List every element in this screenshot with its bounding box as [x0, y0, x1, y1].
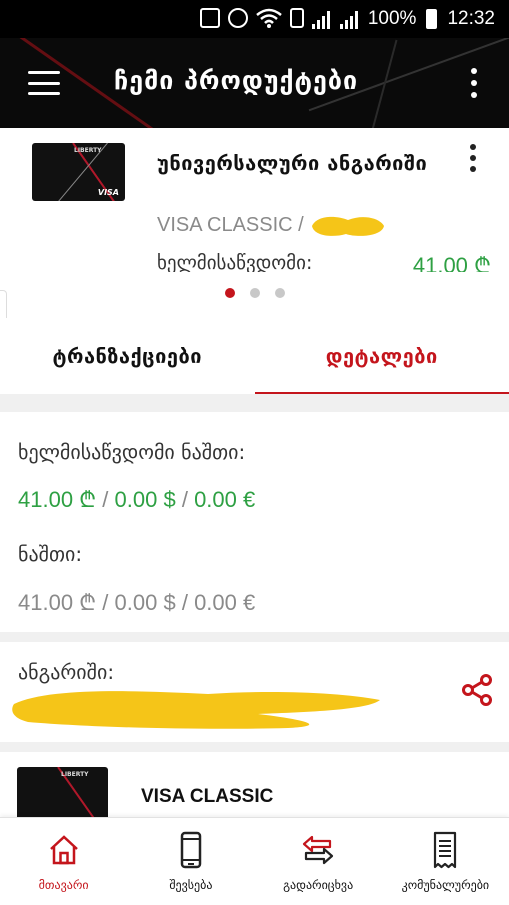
- divider: [0, 632, 509, 642]
- available-usd: 0.00 $: [114, 487, 176, 512]
- alarm-icon: [228, 8, 248, 28]
- status-bar: 100% 12:32: [0, 0, 509, 38]
- nav-label: შევსება: [169, 878, 213, 892]
- tab-bar: ტრანზაქციები დეტალები: [0, 318, 509, 394]
- clock: 12:32: [447, 8, 495, 29]
- balances-section: ხელმისაწვდომი ნაშთი: 41.00 ₾ / 0.00 $ / …: [0, 412, 509, 632]
- separator: /: [102, 590, 109, 615]
- available-eur: 0.00 €: [194, 487, 256, 512]
- nav-utilities[interactable]: კომუნალურები: [382, 818, 509, 905]
- receipt-icon: [434, 831, 457, 869]
- card-brand: LIBERTY: [61, 771, 89, 778]
- separator: /: [181, 487, 188, 512]
- share-icon[interactable]: [459, 672, 495, 708]
- card-network: VISA: [97, 188, 119, 197]
- transfer-icon: [303, 835, 334, 865]
- redaction-mark: [312, 216, 384, 236]
- card-image: LIBERTY VISA: [32, 143, 125, 201]
- balance-eur: 0.00 €: [194, 590, 256, 615]
- tab-details[interactable]: დეტალები: [254, 318, 509, 394]
- account-label: ანგარიში:: [18, 660, 115, 684]
- phone-icon: [180, 831, 202, 869]
- nav-label: გადარიცხვა: [283, 878, 354, 892]
- app-bar: ჩემი პროდუქტები: [0, 38, 509, 128]
- wifi-icon: [256, 8, 282, 28]
- divider: [0, 394, 509, 412]
- signal-icon: [339, 9, 358, 29]
- next-product-card[interactable]: LIBERTY VISA CLASSIC: [0, 752, 509, 817]
- nav-label: კომუნალურები: [401, 878, 490, 892]
- more-vert-icon[interactable]: [469, 68, 479, 98]
- balance-gel: 41.00 ₾: [18, 590, 97, 615]
- available-balance-label: ხელმისაწვდომი ნაშთი:: [18, 440, 246, 464]
- carousel-indicator: [0, 288, 509, 298]
- account-section: ანგარიში:: [0, 642, 509, 742]
- divider: [0, 742, 509, 752]
- product-card[interactable]: LIBERTY VISA უნივერსალური ანგარიში VISA …: [0, 128, 509, 318]
- balance-values: 41.00 ₾ / 0.00 $ / 0.00 €: [18, 587, 255, 617]
- redaction-mark: [12, 691, 380, 729]
- bottom-nav: მთავარი შევსება გადარიცხვა კომუნალურები: [0, 817, 509, 905]
- sim-icon: [290, 8, 304, 28]
- nav-home[interactable]: მთავარი: [0, 818, 127, 905]
- available-balance-values: 41.00 ₾ / 0.00 $ / 0.00 €: [18, 484, 255, 514]
- signal-icon: [311, 9, 330, 29]
- nav-transfer[interactable]: გადარიცხვა: [255, 818, 382, 905]
- page-title: ჩემი პროდუქტები: [114, 66, 359, 95]
- carousel-dot[interactable]: [224, 288, 235, 298]
- nav-topup[interactable]: შევსება: [127, 818, 254, 905]
- battery-percent: 100%: [367, 8, 417, 29]
- hamburger-icon[interactable]: [28, 71, 60, 95]
- card-type: VISA CLASSIC /: [157, 214, 304, 236]
- available-label: ხელმისაწვდომი:: [157, 252, 313, 272]
- card-brand: LIBERTY: [74, 147, 102, 154]
- available-gel: 41.00 ₾: [18, 487, 97, 512]
- nav-label: მთავარი: [38, 878, 89, 892]
- balance-usd: 0.00 $: [114, 590, 176, 615]
- home-icon: [49, 835, 78, 865]
- available-value: 41.00 ₾: [412, 253, 491, 272]
- battery-icon: [426, 9, 438, 29]
- tab-transactions[interactable]: ტრანზაქციები: [0, 318, 255, 394]
- carousel-dot[interactable]: [249, 288, 260, 298]
- card-image: LIBERTY: [17, 767, 108, 817]
- recycle-icon: [200, 8, 220, 28]
- next-product-name: VISA CLASSIC: [141, 786, 274, 807]
- separator: /: [102, 487, 109, 512]
- status-notifications: [200, 8, 304, 28]
- carousel-dot[interactable]: [274, 288, 285, 298]
- more-vert-icon[interactable]: [469, 144, 477, 172]
- product-name: უნივერსალური ანგარიში: [157, 151, 428, 175]
- balance-label: ნაშთი:: [18, 542, 83, 566]
- separator: /: [181, 590, 188, 615]
